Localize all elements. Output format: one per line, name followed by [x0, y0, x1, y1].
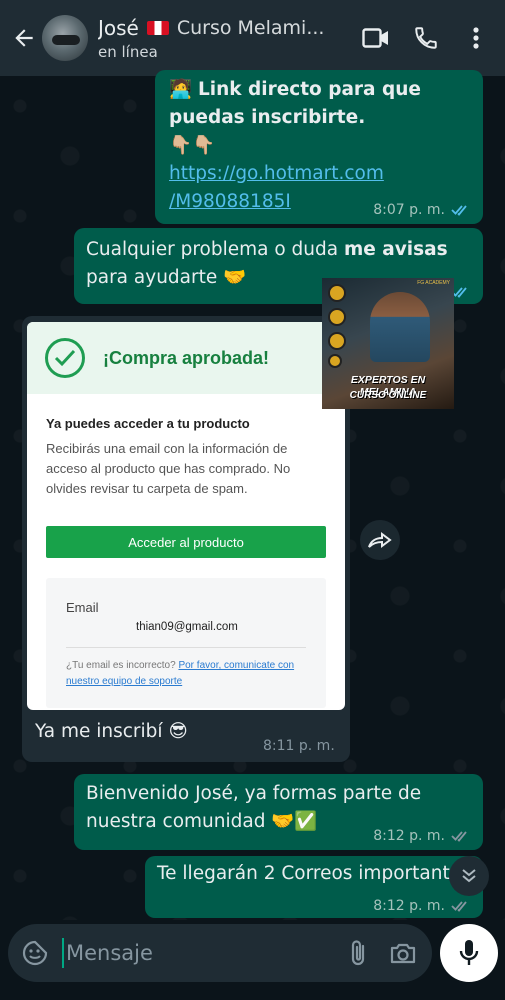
microphone-icon — [459, 940, 479, 965]
email-label: Email — [66, 600, 99, 615]
chat-area[interactable]: 🧑‍💻 Link directo para que puedas inscrib… — [0, 70, 505, 920]
message-meta: 8:12 p. m. — [373, 828, 471, 844]
message-bubble-outgoing[interactable]: Bienvenido José, ya formas parte de nues… — [74, 774, 483, 850]
message-text: Bienvenido José, ya formas parte de — [86, 783, 422, 804]
phone-icon[interactable] — [411, 23, 441, 53]
access-product-button: Acceder al producto — [46, 526, 326, 558]
scroll-to-bottom-button[interactable] — [449, 856, 489, 896]
message-meta: 8:11 p. m. — [263, 738, 335, 754]
message-text: nuestra comunidad 🤝✅ — [86, 811, 318, 832]
message-time: 8:12 p. m. — [373, 828, 445, 844]
message-time: 8:07 p. m. — [373, 202, 445, 218]
more-options-icon[interactable] — [461, 23, 491, 53]
video-call-icon[interactable] — [361, 23, 391, 53]
email-value: thian09@gmail.com — [136, 621, 238, 633]
message-bubble-outgoing[interactable]: 🧑‍💻 Link directo para que puedas inscrib… — [155, 70, 483, 224]
promo-logo: FG ACADEMY — [417, 280, 450, 286]
forward-icon[interactable] — [360, 520, 400, 560]
image-subtitle: Ya puedes acceder a tu producto — [46, 416, 250, 431]
badge-icon — [328, 308, 346, 326]
read-ticks-icon — [451, 205, 467, 216]
image-header: ¡Compra aprobada! — [27, 322, 345, 394]
contact-info[interactable]: José Curso Melami... en línea — [98, 16, 338, 61]
badge-icon — [328, 354, 342, 368]
microphone-button[interactable] — [440, 924, 498, 982]
message-text: para ayudarte 🤝 — [86, 267, 247, 288]
email-note-text: ¿Tu email es incorrecto? — [66, 660, 179, 671]
back-arrow-icon[interactable] — [6, 20, 42, 56]
message-time: 8:12 p. m. — [373, 898, 445, 914]
chat-header: José Curso Melami... en línea — [0, 0, 505, 76]
read-ticks-icon — [451, 287, 467, 298]
email-box: Email thian09@gmail.com ¿Tu email es inc… — [46, 578, 326, 708]
camera-icon[interactable] — [388, 938, 418, 968]
check-circle-icon — [45, 338, 85, 378]
message-bubble-outgoing[interactable]: Te llegarán 2 Correos importantes 8:12 p… — [145, 856, 483, 918]
double-chevron-down-icon — [462, 869, 476, 883]
read-ticks-icon — [451, 831, 467, 842]
message-text: puedas inscribirte. — [169, 107, 366, 128]
contact-avatar[interactable] — [42, 15, 88, 61]
promo-subtitle: CURSO ONLINE — [349, 390, 427, 401]
message-meta: 8:07 p. m. — [373, 202, 471, 218]
message-text: Te llegarán 2 Correos importantes — [157, 863, 471, 884]
read-ticks-icon — [451, 901, 467, 912]
peru-flag-icon — [146, 20, 169, 35]
email-note: ¿Tu email es incorrecto? Por favor, comu… — [66, 658, 306, 690]
contact-name: José — [98, 15, 139, 40]
message-text-bold: me avisas — [344, 239, 448, 260]
message-composer — [8, 924, 432, 982]
message-text: Cualquier problema o duda — [86, 239, 344, 260]
hotmart-link[interactable]: https://go.hotmart.com — [169, 163, 384, 184]
carpenter-figure — [370, 292, 430, 362]
hotmart-link-path[interactable]: /M98088185I — [169, 191, 291, 212]
message-meta: 8:12 p. m. — [373, 898, 471, 914]
online-status: en línea — [98, 42, 158, 61]
badge-icon — [328, 284, 346, 302]
emoji-sticker-icon[interactable] — [20, 938, 50, 968]
badge-icon — [328, 332, 346, 350]
message-text: Link directo para que — [197, 79, 421, 100]
image-description: Recibirás una email con la información d… — [46, 441, 291, 496]
course-promo-image[interactable]: FG ACADEMY EXPERTOS EN MELAMINA CURSO ON… — [322, 278, 454, 409]
purchase-approved-image[interactable]: ¡Compra aprobada! Ya puedes acceder a tu… — [27, 322, 345, 710]
contact-name-extra: Curso Melami... — [176, 16, 325, 39]
message-input[interactable] — [62, 938, 344, 968]
image-title: ¡Compra aprobada! — [103, 347, 270, 368]
divider — [66, 647, 306, 648]
message-time: 8:11 p. m. — [263, 738, 335, 754]
message-text: Ya me inscribí 😎 — [35, 721, 188, 742]
technologist-emoji-icon: 🧑‍💻 — [169, 79, 193, 100]
paperclip-icon[interactable] — [344, 938, 374, 968]
pointing-down-emoji-icon: 👇🏼👇🏼 — [169, 135, 216, 156]
